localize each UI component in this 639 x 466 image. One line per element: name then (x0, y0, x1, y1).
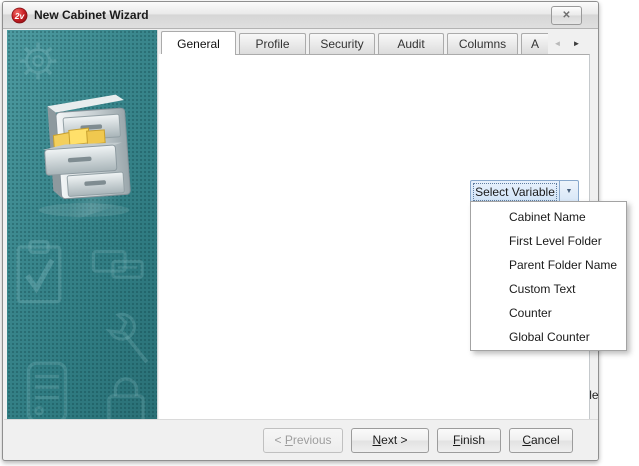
window-title: New Cabinet Wizard (34, 8, 149, 22)
menu-item-parent-folder-name[interactable]: Parent Folder Name (471, 253, 626, 277)
screenshot-canvas: 2v New Cabinet Wizard ✕ (0, 0, 639, 466)
tab-columns[interactable]: Columns (447, 33, 518, 54)
menu-item-counter[interactable]: Counter (471, 301, 626, 325)
tabstrip: General Profile Security Audit Columns A… (159, 31, 595, 55)
cards-icon (91, 248, 147, 282)
clipboard-check-icon (13, 238, 65, 308)
finish-button[interactable]: Finish (437, 428, 501, 453)
app-logo-icon: 2v (11, 7, 28, 24)
wizard-button-bar: < Previous Next > Finish Cancel (4, 419, 598, 460)
previous-button[interactable]: < Previous (263, 428, 343, 453)
tab-security[interactable]: Security (309, 33, 375, 54)
svg-text:2v: 2v (14, 10, 26, 20)
gear-icon (15, 38, 61, 84)
tab-scroll-left-icon[interactable]: ◄ (549, 35, 566, 52)
menu-item-first-level-folder[interactable]: First Level Folder (471, 229, 626, 253)
menu-item-custom-text[interactable]: Custom Text (471, 277, 626, 301)
tab-general[interactable]: General (161, 31, 236, 55)
menu-item-cabinet-name[interactable]: Cabinet Name (471, 205, 626, 229)
active-tab-join (159, 54, 235, 55)
tab-partial[interactable]: A (521, 33, 548, 54)
close-button[interactable]: ✕ (551, 6, 582, 25)
filing-cabinet-illustration (25, 85, 143, 225)
tab-scroll-right-icon[interactable]: ► (568, 35, 585, 52)
tab-audit[interactable]: Audit (378, 33, 444, 54)
next-button[interactable]: Next > (351, 428, 429, 453)
wrench-icon (93, 305, 151, 367)
computer-tower-icon (23, 358, 71, 419)
select-variable-menu: Cabinet Name First Level Folder Parent F… (470, 201, 627, 351)
wizard-sidebar-graphic (7, 30, 158, 419)
titlebar[interactable]: 2v New Cabinet Wizard ✕ (3, 2, 598, 29)
padlock-icon (103, 375, 149, 419)
menu-item-global-counter[interactable]: Global Counter (471, 325, 626, 349)
tab-profile[interactable]: Profile (239, 33, 306, 54)
cancel-button[interactable]: Cancel (509, 428, 573, 453)
